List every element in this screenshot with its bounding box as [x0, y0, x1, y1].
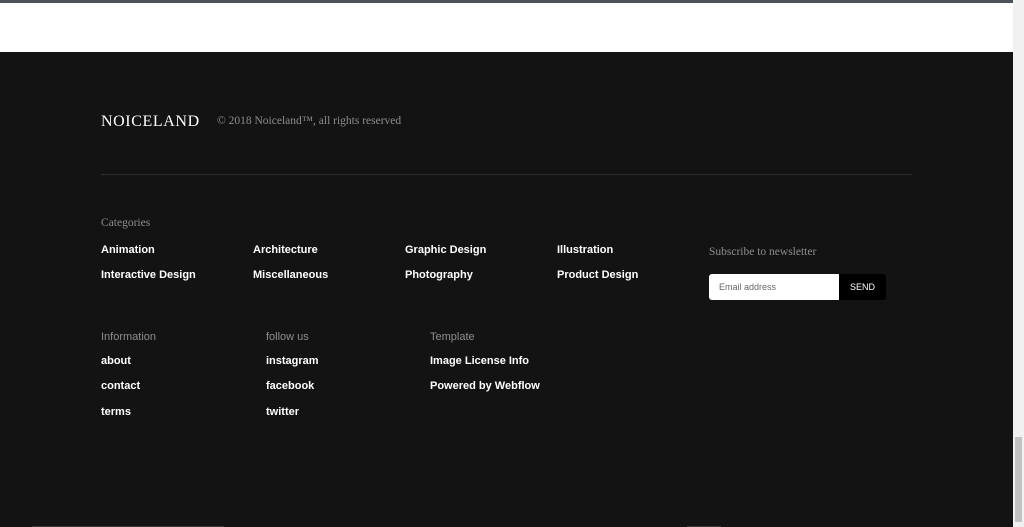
newsletter-email-input[interactable] — [709, 274, 839, 300]
category-link-animation[interactable]: Animation — [101, 244, 155, 256]
category-link-miscellaneous[interactable]: Miscellaneous — [253, 269, 328, 281]
page-content-area — [0, 3, 1013, 52]
social-link-facebook[interactable]: facebook — [266, 380, 314, 392]
category-link-illustration[interactable]: Illustration — [557, 244, 613, 256]
follow-heading: follow us — [266, 331, 309, 343]
template-heading: Template — [430, 331, 475, 343]
copyright-text: © 2018 Noiceland™, all rights reserved — [217, 115, 402, 127]
category-link-product-design[interactable]: Product Design — [557, 269, 638, 281]
footer-divider — [101, 174, 912, 175]
category-link-interactive-design[interactable]: Interactive Design — [101, 269, 196, 281]
vertical-scrollbar[interactable] — [1013, 0, 1024, 527]
social-link-instagram[interactable]: instagram — [266, 355, 319, 367]
template-link-image-license[interactable]: Image License Info — [430, 355, 529, 367]
template-link-webflow[interactable]: Powered by Webflow — [430, 380, 540, 392]
category-link-graphic-design[interactable]: Graphic Design — [405, 244, 486, 256]
category-link-architecture[interactable]: Architecture — [253, 244, 318, 256]
category-link-photography[interactable]: Photography — [405, 269, 473, 281]
footer-logo[interactable]: NOICELAND — [101, 113, 200, 131]
scrollbar-thumb[interactable] — [1015, 437, 1022, 522]
newsletter-heading: Subscribe to newsletter — [709, 246, 817, 258]
info-link-about[interactable]: about — [101, 355, 131, 367]
site-footer: NOICELAND © 2018 Noiceland™, all rights … — [0, 52, 1013, 527]
categories-heading: Categories — [101, 217, 151, 229]
information-heading: Information — [101, 331, 157, 343]
info-link-terms[interactable]: terms — [101, 406, 131, 418]
info-link-contact[interactable]: contact — [101, 380, 140, 392]
newsletter-send-button[interactable]: SEND — [839, 274, 886, 300]
social-link-twitter[interactable]: twitter — [266, 406, 299, 418]
